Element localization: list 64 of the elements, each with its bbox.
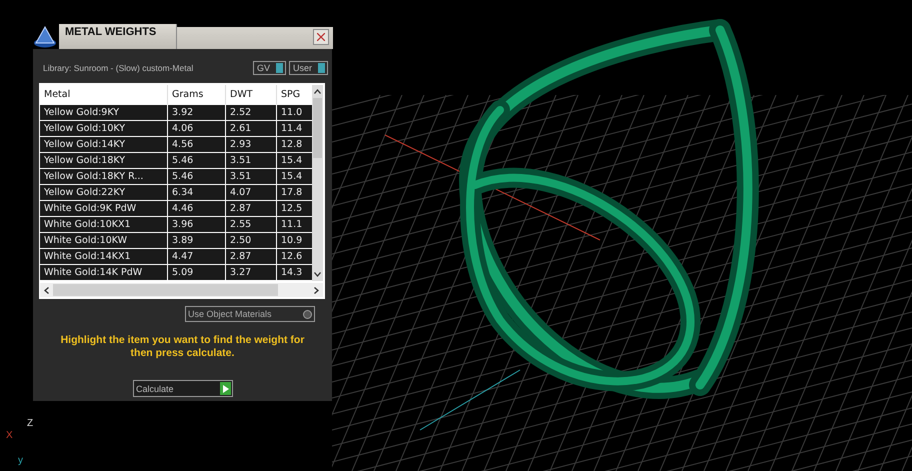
table-cell: White Gold:9K PdW bbox=[40, 201, 168, 217]
library-label: Library: Sunroom - (Slow) custom-Metal bbox=[43, 63, 194, 73]
table-cell: 11.0 bbox=[277, 105, 312, 121]
table-cell: 3.92 bbox=[168, 105, 226, 121]
table-cell: 6.34 bbox=[168, 185, 226, 201]
table-cell: White Gold:14KX1 bbox=[40, 249, 168, 265]
table-cell: 2.50 bbox=[226, 233, 277, 249]
table-cell: 12.6 bbox=[277, 249, 312, 265]
chevron-right-icon bbox=[314, 286, 319, 294]
table-cell: 3.89 bbox=[168, 233, 226, 249]
table-cell: 12.8 bbox=[277, 137, 312, 153]
table-cell: 5.46 bbox=[168, 169, 226, 185]
use-object-materials-toggle[interactable]: Use Object Materials bbox=[185, 306, 315, 322]
table-cell: 11.4 bbox=[277, 121, 312, 137]
table-cell: Yellow Gold:18KY bbox=[40, 153, 168, 169]
table-cell: Yellow Gold:22KY bbox=[40, 185, 168, 201]
table-cell: 12.5 bbox=[277, 201, 312, 217]
table-cell: 4.47 bbox=[168, 249, 226, 265]
table-cell: 2.87 bbox=[226, 201, 277, 217]
table-cell: Yellow Gold:9KY bbox=[40, 105, 168, 121]
table-cell: 2.87 bbox=[226, 249, 277, 265]
table-cell: 15.4 bbox=[277, 153, 312, 169]
table-cell: 2.52 bbox=[226, 105, 277, 121]
table-cell: Yellow Gold:10KY bbox=[40, 121, 168, 137]
toggle-button[interactable]: User bbox=[288, 61, 328, 75]
close-button[interactable] bbox=[313, 29, 329, 45]
table-cell: 4.46 bbox=[168, 201, 226, 217]
table-cell: 3.51 bbox=[226, 169, 277, 185]
play-icon bbox=[222, 384, 228, 392]
table-cell: 2.93 bbox=[226, 137, 277, 153]
axis-label: y bbox=[18, 455, 23, 466]
table-cell: 11.1 bbox=[277, 217, 312, 233]
table-cell: White Gold:10KW bbox=[40, 233, 168, 249]
table-cell: 17.8 bbox=[277, 185, 312, 201]
table-cell: 3.96 bbox=[168, 217, 226, 233]
axis-label: Z bbox=[27, 418, 34, 429]
panel-title: METAL WEIGHTS bbox=[59, 24, 177, 49]
chevron-left-icon bbox=[44, 286, 49, 294]
vertical-scrollbar[interactable] bbox=[312, 85, 323, 281]
table-cell: 3.27 bbox=[226, 265, 277, 281]
table-cell: 4.07 bbox=[226, 185, 277, 201]
instruction-text: Highlight the item you want to find the weight for then press calculate. bbox=[60, 334, 306, 360]
horizontal-scrollbar[interactable] bbox=[40, 283, 323, 297]
table-cell: 5.46 bbox=[168, 153, 226, 169]
table-cell: White Gold:10KX1 bbox=[40, 217, 168, 233]
table-cell: 15.4 bbox=[277, 169, 312, 185]
close-icon bbox=[317, 33, 325, 41]
pyramid-icon bbox=[33, 26, 57, 48]
table-cell: 10.9 bbox=[277, 233, 312, 249]
axis-label: X bbox=[6, 430, 13, 441]
table-cell: 2.55 bbox=[226, 217, 277, 233]
calculate-button[interactable]: Calculate bbox=[133, 380, 233, 397]
table-cell: Yellow Gold:14KY bbox=[40, 137, 168, 153]
table-cell: White Gold:14K PdW bbox=[40, 265, 168, 281]
table-cell: 4.56 bbox=[168, 137, 226, 153]
table-cell: Yellow Gold:18KY R... bbox=[40, 169, 168, 185]
table-cell: 3.51 bbox=[226, 153, 277, 169]
toggle-button[interactable]: GV bbox=[252, 61, 286, 75]
table-cell: 4.06 bbox=[168, 121, 226, 137]
table-cell: 14.3 bbox=[277, 265, 312, 281]
chevron-up-icon bbox=[314, 89, 321, 94]
table-cell: 5.09 bbox=[168, 265, 226, 281]
table-cell: 2.61 bbox=[226, 121, 277, 137]
chevron-down-icon bbox=[314, 272, 321, 277]
